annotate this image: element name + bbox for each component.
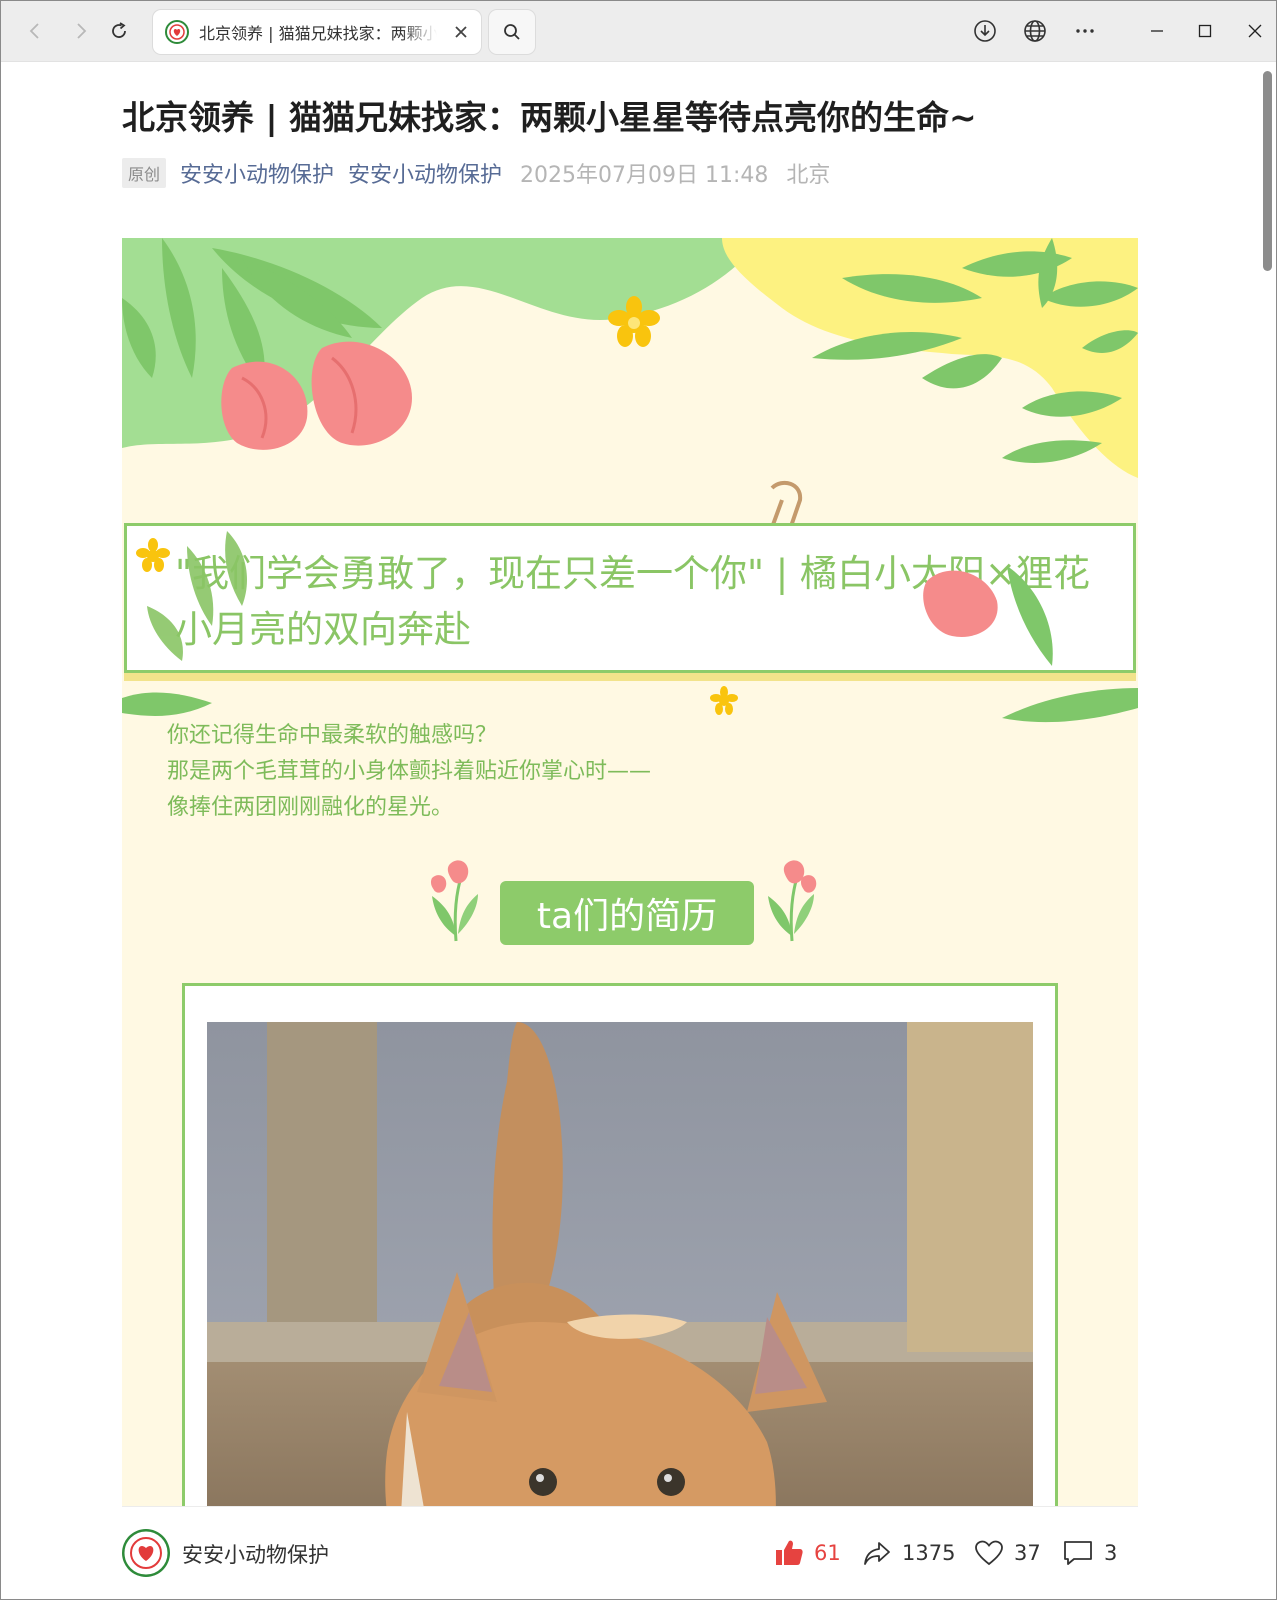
like-button[interactable]: 61 [774,1533,841,1573]
article-meta: 原创 安安小动物保护 安安小动物保护 2025年07月09日 11:48 北京 [122,157,830,189]
share-count: 1375 [902,1541,956,1565]
share-button[interactable]: 1375 [862,1533,955,1573]
download-icon[interactable] [967,13,1003,49]
publish-location: 北京 [786,163,831,188]
site-logo-icon [165,20,189,44]
back-icon[interactable] [17,13,53,49]
scrollbar-thumb[interactable] [1263,71,1272,271]
browser-titlebar: 北京领养 | 猫猫兄妹找家：两颗小星星等待点亮你的生命~ [1,1,1276,62]
heart-icon [975,1540,1003,1566]
article-footer: 安安小动物保护 61 1375 37 3 [122,1506,1138,1599]
scrollbar-track[interactable] [1260,63,1276,1599]
tab-title: 北京领养 | 猫猫兄妹找家：两颗小星星等待点亮你的生命~ [199,24,437,43]
author-name-link[interactable]: 安安小动物保护 [348,157,502,189]
footer-account-name[interactable]: 安安小动物保护 [182,1539,329,1569]
account-avatar[interactable] [122,1529,170,1577]
tulip-icon [430,860,478,942]
reload-icon[interactable] [101,13,137,49]
search-icon [504,24,520,40]
intro-line: 像捧住两团刚刚融化的星光。 [167,795,454,820]
banner-box: "我们学会勇敢了，现在只差一个你" | 橘白小太阳×狸花小月亮的双向奔赴 [124,523,1136,673]
intro-text: 你还记得生命中最柔软的触感吗？ 那是两个毛茸茸的小身体颤抖着贴近你掌心时—— 像… [167,718,651,826]
browser-tab-active[interactable]: 北京领养 | 猫猫兄妹找家：两颗小星星等待点亮你的生命~ [153,10,481,54]
search-button[interactable] [489,10,535,54]
favorite-button[interactable]: 37 [974,1533,1041,1573]
forward-icon[interactable] [63,13,99,49]
comment-count: 3 [1104,1541,1118,1565]
cat-photo [207,1022,1033,1568]
poster-image: "我们学会勇敢了，现在只差一个你" | 橘白小太阳×狸花小月亮的双向奔赴 你还记… [122,238,1138,1568]
thumbs-up-icon [776,1540,803,1565]
original-badge: 原创 [122,158,167,188]
section-label: ta们的简历 [500,881,754,945]
share-icon [864,1542,890,1565]
more-icon[interactable] [1067,13,1103,49]
browser-window: 北京领养 | 猫猫兄妹找家：两颗小星星等待点亮你的生命~ 北京领养 | 猫猫兄妹… [0,0,1277,1600]
cat-photo-illustration [207,1022,1033,1568]
tulip-icon [768,860,817,942]
banner-text: "我们学会勇敢了，现在只差一个你" | 橘白小太阳×狸花小月亮的双向奔赴 [175,552,1091,651]
author-account-link[interactable]: 安安小动物保护 [180,157,334,189]
intro-line: 那是两个毛茸茸的小身体颤抖着贴近你掌心时—— [167,759,652,784]
cat-photo-frame [182,983,1058,1568]
minimize-icon[interactable] [1139,13,1175,49]
comment-icon [1064,1541,1092,1565]
publish-time: 2025年07月09日 11:48 [520,163,769,188]
globe-icon[interactable] [1017,13,1053,49]
intro-line: 你还记得生命中最柔软的触感吗？ [167,723,498,748]
maximize-icon[interactable] [1187,13,1223,49]
comment-button[interactable]: 3 [1062,1533,1117,1573]
close-icon[interactable] [451,22,471,42]
window-close-icon[interactable] [1237,13,1273,49]
article-title: 北京领养 | 猫猫兄妹找家：两颗小星星等待点亮你的生命~ [122,98,977,137]
like-count: 61 [814,1541,841,1565]
favorite-count: 37 [1014,1541,1041,1565]
